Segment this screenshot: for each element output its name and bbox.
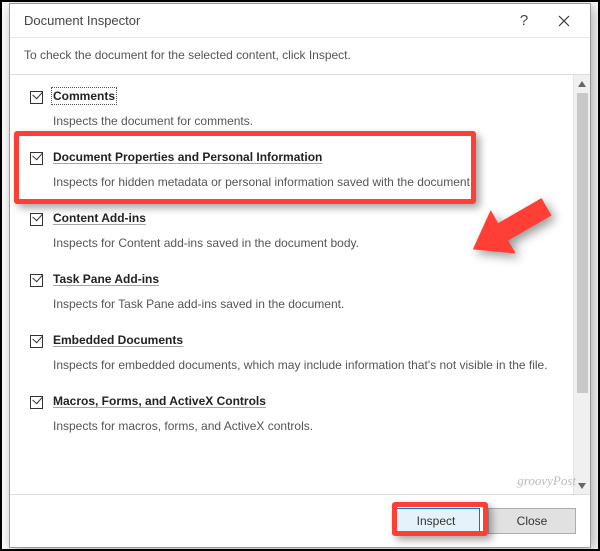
close-window-button[interactable]: [544, 7, 584, 35]
help-icon: ?: [520, 12, 528, 29]
option-label[interactable]: Content Add-ins: [53, 211, 146, 225]
checkbox-doc-properties[interactable]: [30, 152, 43, 165]
option-comments: Comments Inspects the document for comme…: [10, 81, 573, 142]
option-label[interactable]: Comments: [53, 89, 115, 103]
scroll-up-arrow-icon[interactable]: [574, 75, 590, 92]
checkbox-content-addins[interactable]: [30, 213, 43, 226]
option-label[interactable]: Task Pane Add-ins: [53, 272, 159, 286]
option-desc: Inspects for Content add-ins saved in th…: [53, 236, 559, 250]
options-list: Comments Inspects the document for comme…: [10, 75, 573, 494]
help-button[interactable]: ?: [504, 7, 544, 35]
option-desc: Inspects for macros, forms, and ActiveX …: [53, 419, 559, 433]
scrollbar[interactable]: [573, 75, 590, 494]
option-desc: Inspects for Task Pane add-ins saved in …: [53, 297, 559, 311]
option-macros: Macros, Forms, and ActiveX Controls Insp…: [10, 386, 573, 447]
dialog-title: Document Inspector: [24, 13, 504, 28]
checkbox-embedded-docs[interactable]: [30, 335, 43, 348]
close-button[interactable]: Close: [488, 508, 576, 534]
close-button-label: Close: [517, 514, 548, 528]
option-label[interactable]: Document Properties and Personal Informa…: [53, 150, 322, 164]
dialog-footer: Inspect Close: [10, 495, 590, 547]
close-icon: [558, 15, 570, 27]
option-desc: Inspects the document for comments.: [53, 114, 559, 128]
checkbox-taskpane-addins[interactable]: [30, 274, 43, 287]
option-desc: Inspects for hidden metadata or personal…: [53, 175, 559, 189]
content-area: Comments Inspects the document for comme…: [10, 74, 590, 495]
option-content-addins: Content Add-ins Inspects for Content add…: [10, 203, 573, 264]
checkbox-macros[interactable]: [30, 396, 43, 409]
document-inspector-dialog: Document Inspector ? To check the docume…: [9, 3, 591, 548]
scrollbar-thumb[interactable]: [577, 93, 588, 393]
option-embedded-docs: Embedded Documents Inspects for embedded…: [10, 325, 573, 386]
option-taskpane-addins: Task Pane Add-ins Inspects for Task Pane…: [10, 264, 573, 325]
instruction-text: To check the document for the selected c…: [10, 38, 590, 74]
option-doc-properties: Document Properties and Personal Informa…: [10, 142, 573, 203]
checkbox-comments[interactable]: [30, 91, 43, 104]
inspect-button[interactable]: Inspect: [392, 508, 480, 534]
option-label[interactable]: Embedded Documents: [53, 333, 183, 347]
option-desc: Inspects for embedded documents, which m…: [53, 358, 559, 372]
inspect-button-label: Inspect: [417, 514, 456, 528]
titlebar: Document Inspector ?: [10, 4, 590, 38]
option-label[interactable]: Macros, Forms, and ActiveX Controls: [53, 394, 266, 408]
scroll-down-arrow-icon[interactable]: [574, 477, 590, 494]
